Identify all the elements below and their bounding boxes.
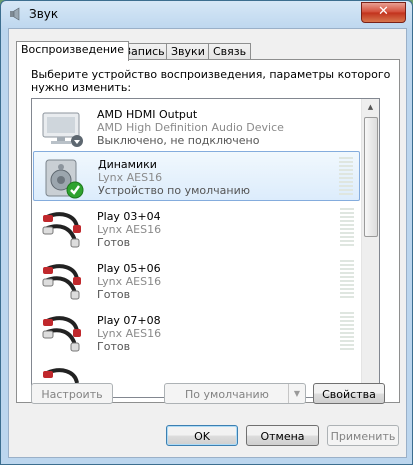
configure-button[interactable]: Настроить <box>31 383 113 404</box>
scroll-thumb[interactable] <box>364 117 378 237</box>
device-status: Выключено, не подключено <box>97 134 260 147</box>
set-default-label: По умолчанию <box>185 388 269 401</box>
device-item-selected[interactable]: Динамики Lynx AES16 Устройство по умолча… <box>33 151 360 201</box>
ok-button[interactable]: OK <box>166 425 238 446</box>
device-name: Play 03+04 <box>97 210 161 223</box>
close-button[interactable]: ✕ <box>361 2 406 23</box>
set-default-button[interactable]: По умолчанию ▼ <box>164 383 306 404</box>
scroll-up-arrow-icon[interactable]: ▲ <box>362 99 379 116</box>
speaker-icon <box>45 159 84 199</box>
device-status: Готов <box>97 340 131 353</box>
tab-sounds[interactable]: Звуки <box>166 43 210 60</box>
rca-cable-icon <box>42 316 81 352</box>
level-meter <box>339 157 353 197</box>
rca-cable-icon <box>42 212 81 248</box>
chevron-down-icon[interactable]: ▼ <box>288 384 305 403</box>
level-meter <box>340 208 354 248</box>
device-item[interactable]: Play 03+04 Lynx AES16 Готов <box>33 203 360 253</box>
device-driver: Lynx AES16 <box>98 171 163 184</box>
device-item[interactable]: Play 07+08 Lynx AES16 Готов <box>33 307 360 357</box>
rca-cable-icon <box>42 264 81 300</box>
device-name: AMD HDMI Output <box>97 108 198 121</box>
device-driver: Lynx AES16 <box>97 275 162 288</box>
device-name: Динамики <box>98 158 157 171</box>
properties-button[interactable]: Свойства <box>313 383 385 404</box>
device-list-scrollbar[interactable]: ▲ ▼ <box>361 99 379 397</box>
device-item[interactable]: Play 05+06 Lynx AES16 Готов <box>33 255 360 305</box>
apply-button[interactable]: Применить <box>327 425 399 446</box>
level-meter <box>340 260 354 300</box>
device-status: Устройство по умолчанию <box>98 184 251 197</box>
device-driver: AMD High Definition Audio Device <box>97 121 284 134</box>
title-bar[interactable]: Звук ✕ <box>1 1 412 27</box>
device-name: Play 05+06 <box>97 262 161 275</box>
device-status: Готов <box>97 288 131 301</box>
tab-playback[interactable]: Воспроизведение <box>16 41 129 61</box>
level-meter <box>340 312 354 352</box>
device-driver: Lynx AES16 <box>97 223 162 236</box>
monitor-icon <box>42 112 83 147</box>
sound-dialog: Звук ✕ Воспроизведение Запись Звуки Связ… <box>0 0 413 465</box>
speaker-app-icon <box>10 7 20 21</box>
window-title: Звук <box>29 7 59 21</box>
playback-panel: Выберите устройство воспроизведения, пар… <box>16 59 400 403</box>
device-status: Готов <box>97 236 131 249</box>
device-name: Play 07+08 <box>97 314 161 327</box>
device-list[interactable]: AMD HDMI Output AMD High Definition Audi… <box>31 98 380 398</box>
dialog-body: Воспроизведение Запись Звуки Связь Выбер… <box>8 28 407 458</box>
instruction-text: Выберите устройство воспроизведения, пар… <box>31 68 391 94</box>
cancel-button[interactable]: Отмена <box>246 425 319 446</box>
device-driver: Lynx AES16 <box>97 327 162 340</box>
close-icon: ✕ <box>378 4 389 19</box>
device-item[interactable]: AMD HDMI Output AMD High Definition Audi… <box>33 101 360 151</box>
tab-communications[interactable]: Связь <box>208 43 252 60</box>
